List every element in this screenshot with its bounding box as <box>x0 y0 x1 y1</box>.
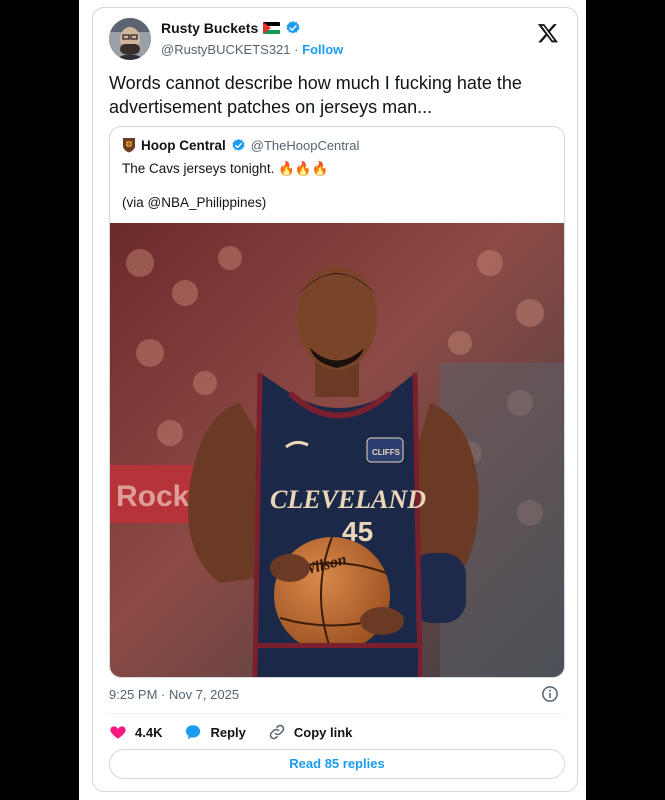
quoted-author-name: Hoop Central <box>141 137 226 153</box>
reply-label: Reply <box>210 724 246 740</box>
x-logo-icon[interactable] <box>537 22 559 44</box>
hoop-central-logo-icon <box>123 138 135 153</box>
reply-bubble-icon <box>186 725 201 740</box>
author-handle-row: @RustyBUCKETS321 · Follow <box>161 42 343 57</box>
author-handle[interactable]: @RustyBUCKETS321 <box>161 42 291 57</box>
copy-link-button[interactable]: Copy link <box>268 723 353 741</box>
jersey-wordmark: CLEVELAND <box>270 485 426 514</box>
link-icon <box>269 724 285 740</box>
verified-badge-icon <box>286 21 300 34</box>
action-bar: 4.4K Reply Copy link <box>109 723 374 741</box>
copy-link-label: Copy link <box>293 724 353 740</box>
avatar[interactable] <box>109 18 151 60</box>
read-replies-button[interactable]: Read 85 replies <box>109 749 565 779</box>
heart-icon <box>110 726 126 739</box>
follow-button[interactable]: Follow <box>302 42 343 57</box>
reply-button[interactable]: Reply <box>184 723 246 741</box>
quoted-author-handle: @TheHoopCentral <box>250 137 360 153</box>
author-name[interactable]: Rusty Buckets <box>161 20 258 36</box>
svg-text:Rock: Rock <box>116 480 190 513</box>
quoted-tweet-via: (via @NBA_Philippines) <box>122 195 267 210</box>
quoted-verified-badge-icon <box>232 138 245 151</box>
quoted-tweet-text: The Cavs jerseys tonight. 🔥🔥🔥 <box>122 161 329 176</box>
info-icon[interactable] <box>541 685 559 703</box>
like-count: 4.4K <box>135 724 163 740</box>
quoted-author-row: Hoop Central @TheHoopCentral <box>122 137 359 153</box>
tweet-text: Words cannot describe how much I fucking… <box>109 73 522 117</box>
author-name-row: Rusty Buckets <box>161 20 301 36</box>
like-button[interactable]: 4.4K <box>109 723 162 741</box>
jersey-patch: CLIFFS <box>372 448 401 457</box>
quoted-photo[interactable]: Rock CLEVELAND 45 CLIFFS Wilson <box>110 223 564 677</box>
quoted-tweet[interactable]: Hoop Central @TheHoopCentral The Cavs je… <box>109 126 565 678</box>
tweet-timestamp[interactable]: 9:25 PM · Nov 7, 2025 <box>109 687 239 702</box>
tweet-card: Rusty Buckets @RustyBUCKETS321 · Follow … <box>92 7 578 792</box>
palestine-flag-icon <box>263 22 281 34</box>
divider <box>109 713 563 714</box>
separator-dot: · <box>294 42 299 57</box>
page-background: Rusty Buckets @RustyBUCKETS321 · Follow … <box>79 0 586 800</box>
